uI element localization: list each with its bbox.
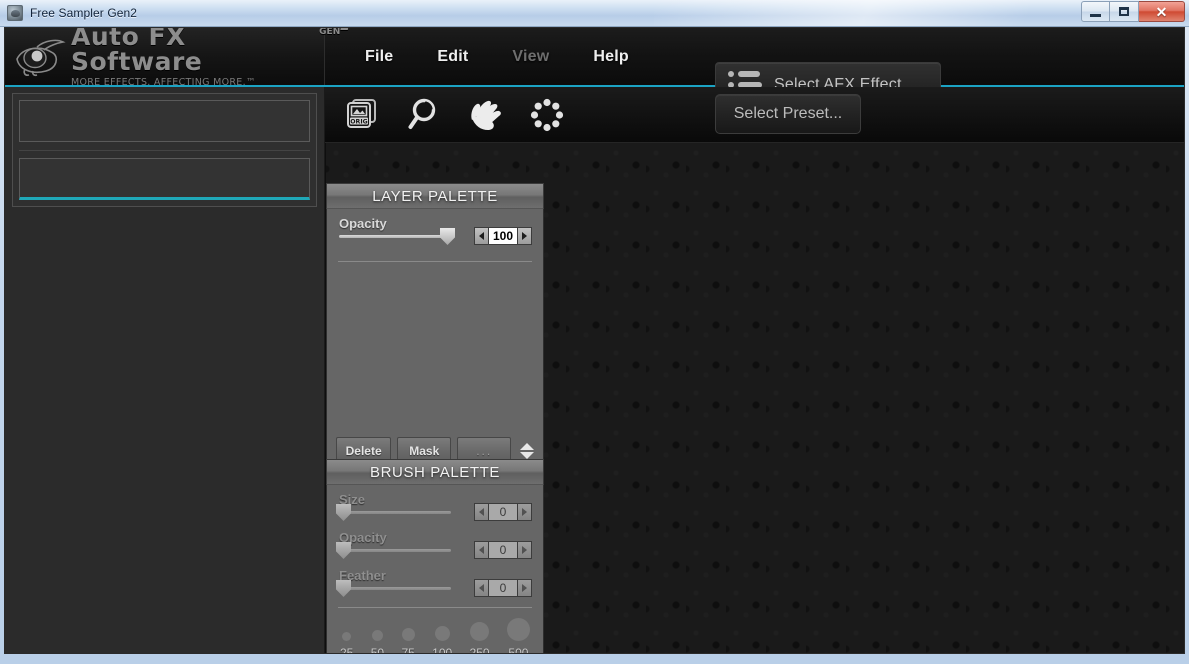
- brush-feather-increment[interactable]: [518, 580, 531, 596]
- menu-edit[interactable]: Edit: [415, 42, 490, 72]
- maximize-button[interactable]: [1110, 1, 1139, 22]
- brush-size-decrement[interactable]: [475, 504, 488, 520]
- svg-text:ORIG: ORIG: [350, 118, 367, 125]
- orig-image-icon: ORIG: [347, 98, 376, 128]
- brush-opacity-spinner: 0: [474, 541, 532, 559]
- hand-icon: [471, 100, 501, 130]
- zoom-tool[interactable]: [399, 93, 447, 137]
- brush-preset-50[interactable]: 50: [370, 630, 385, 654]
- brush-size-track[interactable]: [339, 511, 451, 514]
- layer-opacity-spinner: 100: [473, 227, 532, 245]
- app-header: Auto FX Software GEN2 MORE EFFECTS. AFFE…: [5, 28, 1184, 107]
- layer-palette-body: Opacity 100 Delete Mask ...: [326, 208, 544, 472]
- brush-preset-100[interactable]: 100: [432, 626, 453, 654]
- brush-feather-spinner: 0: [474, 579, 532, 597]
- sidebar-box-one[interactable]: [19, 100, 310, 142]
- brush-opacity-slider-row: Opacity 0: [336, 530, 534, 561]
- menu-view[interactable]: View: [490, 42, 571, 72]
- brush-feather-slider-row: Feather 0: [336, 568, 534, 599]
- brush-preset-dot: [434, 626, 450, 641]
- brush-preset-dot: [401, 628, 415, 641]
- layer-opacity-value[interactable]: 100: [487, 228, 518, 244]
- select-preset-label: Select Preset...: [733, 105, 843, 122]
- layer-opacity-track[interactable]: [339, 235, 451, 238]
- brush-preset-25[interactable]: 25: [340, 632, 354, 654]
- brush-preset-dot: [342, 632, 352, 641]
- sidebar-divider: [19, 150, 310, 151]
- layer-list[interactable]: [336, 262, 534, 433]
- eye-logo-icon: [16, 39, 66, 76]
- layer-opacity-increment[interactable]: [518, 228, 531, 244]
- left-sidebar: [5, 87, 325, 653]
- app-icon: [7, 5, 23, 21]
- menu-help[interactable]: Help: [571, 42, 650, 72]
- brush-feather-track[interactable]: [339, 587, 451, 590]
- brush-preset-250[interactable]: 250: [469, 622, 490, 654]
- brush-feather-decrement[interactable]: [475, 580, 488, 596]
- application-window: Free Sampler Gen2 ✕ Auto FX Software GEN…: [0, 0, 1189, 664]
- brand-text: Auto FX Software GEN2 MORE EFFECTS. AFFE…: [71, 27, 350, 90]
- dots-ring-icon: [530, 98, 564, 131]
- brush-palette-body: Size 0 Opacity 0 Feather 0 25 50 75 100 …: [326, 484, 544, 654]
- select-preset-button[interactable]: Select Preset...: [715, 94, 861, 134]
- brush-size-increment[interactable]: [518, 504, 531, 520]
- brush-preset-dot: [371, 630, 383, 641]
- original-image-tool[interactable]: ORIG: [337, 93, 385, 137]
- layer-palette: LAYER PALETTE Opacity 100 Delete Mask ..…: [326, 183, 544, 472]
- brush-opacity-increment[interactable]: [518, 542, 531, 558]
- brush-palette-title: BRUSH PALETTE: [326, 459, 544, 484]
- title-bar: Free Sampler Gen2 ✕: [0, 0, 1189, 27]
- toolbar: ORIG Select Preset...: [325, 87, 1184, 143]
- minimize-icon: [1090, 13, 1101, 17]
- brand-logo: Auto FX Software GEN2 MORE EFFECTS. AFFE…: [5, 28, 350, 88]
- magnifier-icon: [408, 98, 436, 129]
- brush-preset-dot: [506, 618, 530, 641]
- layer-opacity-slider-row: Opacity 100: [336, 216, 534, 247]
- brush-feather-handle[interactable]: [336, 580, 351, 597]
- close-button[interactable]: ✕: [1139, 1, 1185, 22]
- pan-tool[interactable]: [461, 93, 509, 137]
- brush-preset-label: 500: [508, 646, 529, 654]
- brush-preset-75[interactable]: 75: [401, 628, 415, 654]
- sidebar-box-two[interactable]: [19, 158, 310, 200]
- brush-preset-label: 25: [340, 646, 354, 654]
- brush-opacity-value[interactable]: 0: [488, 542, 518, 558]
- window-controls: ✕: [1081, 1, 1185, 22]
- window-title: Free Sampler Gen2: [30, 6, 138, 20]
- brush-preset-label: 100: [432, 646, 453, 654]
- dots-ring-tool[interactable]: [523, 93, 571, 137]
- brush-opacity-handle[interactable]: [336, 542, 351, 559]
- layer-opacity-decrement[interactable]: [474, 228, 488, 244]
- minimize-button[interactable]: [1081, 1, 1110, 22]
- brush-preset-dot: [470, 622, 490, 641]
- brush-preset-label: 75: [401, 646, 415, 654]
- menu-file[interactable]: File: [343, 42, 415, 72]
- close-icon: ✕: [1155, 3, 1168, 20]
- brush-size-value[interactable]: 0: [488, 504, 518, 520]
- brush-size-slider-row: Size 0: [336, 492, 534, 523]
- menu-bar: File Edit View Help: [325, 28, 651, 85]
- app-body: Auto FX Software GEN2 MORE EFFECTS. AFFE…: [4, 27, 1185, 654]
- brush-preset-label: 250: [469, 646, 490, 654]
- brand-name-text: Auto FX Software: [71, 27, 203, 76]
- brand-gen-badge: GEN2: [319, 27, 350, 37]
- brush-preset-label: 50: [370, 646, 385, 654]
- brush-feather-value[interactable]: 0: [488, 580, 518, 596]
- brush-size-handle[interactable]: [336, 504, 351, 521]
- brush-preset-row: 25 50 75 100 250 500: [336, 608, 534, 654]
- sidebar-panel: [12, 93, 317, 207]
- brand-tagline: MORE EFFECTS. AFFECTING MORE.™: [71, 76, 256, 88]
- brush-preset-500[interactable]: 500: [506, 618, 530, 654]
- brush-palette: BRUSH PALETTE Size 0 Opacity 0 Feather 0…: [326, 459, 544, 654]
- brush-opacity-track[interactable]: [339, 549, 451, 552]
- brush-opacity-decrement[interactable]: [475, 542, 488, 558]
- layer-opacity-handle[interactable]: [440, 228, 455, 245]
- brush-size-spinner: 0: [474, 503, 532, 521]
- maximize-icon: [1119, 7, 1129, 16]
- layer-palette-title: LAYER PALETTE: [326, 183, 544, 208]
- brand-name: Auto FX Software GEN2: [71, 27, 350, 76]
- layer-opacity-label: Opacity: [339, 216, 387, 231]
